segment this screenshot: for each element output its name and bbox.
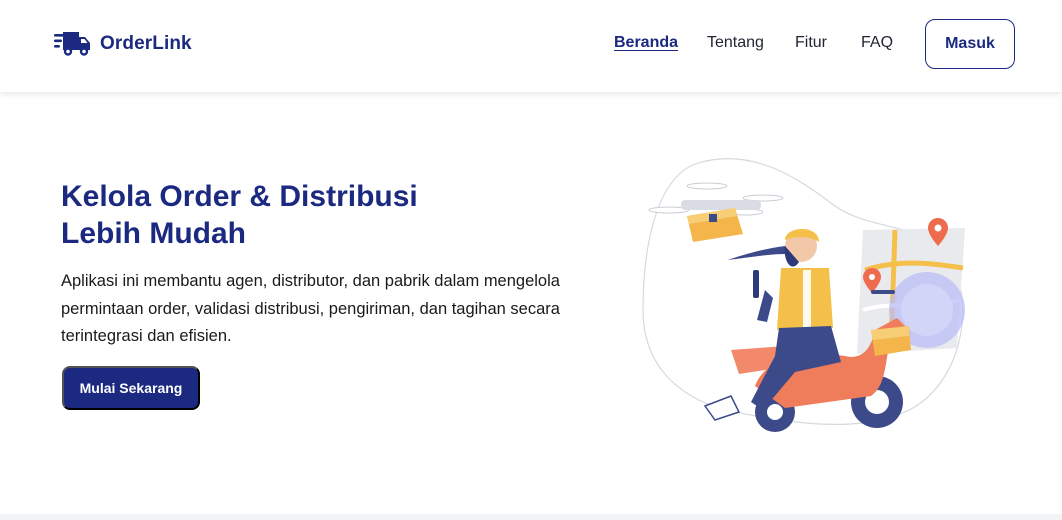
hero-title: Kelola Order & Distribusi Lebih Mudah bbox=[61, 178, 501, 252]
nav-link-tentang[interactable]: Tentang bbox=[707, 34, 764, 52]
brand-name: OrderLink bbox=[100, 33, 192, 54]
nav-link-faq[interactable]: FAQ bbox=[861, 34, 893, 52]
login-button[interactable]: Masuk bbox=[925, 19, 1015, 69]
hero-title-line-1: Kelola Order & Distribusi bbox=[61, 180, 418, 213]
get-started-button[interactable]: Mulai Sekarang bbox=[62, 366, 200, 410]
hero-title-line-2: Lebih Mudah bbox=[61, 217, 246, 250]
brand-logo[interactable]: OrderLink bbox=[54, 27, 192, 61]
nav-link-beranda[interactable]: Beranda bbox=[614, 34, 678, 52]
nav-link-fitur[interactable]: Fitur bbox=[795, 34, 827, 52]
navbar: OrderLink Beranda Tentang Fitur FAQ Masu… bbox=[0, 0, 1062, 92]
hero-description: Aplikasi ini membantu agen, distributor,… bbox=[61, 272, 560, 345]
section-divider bbox=[0, 514, 1062, 520]
courier-scooter-illustration bbox=[635, 150, 975, 440]
delivery-truck-icon bbox=[54, 29, 92, 59]
drone-graphic bbox=[648, 182, 784, 242]
